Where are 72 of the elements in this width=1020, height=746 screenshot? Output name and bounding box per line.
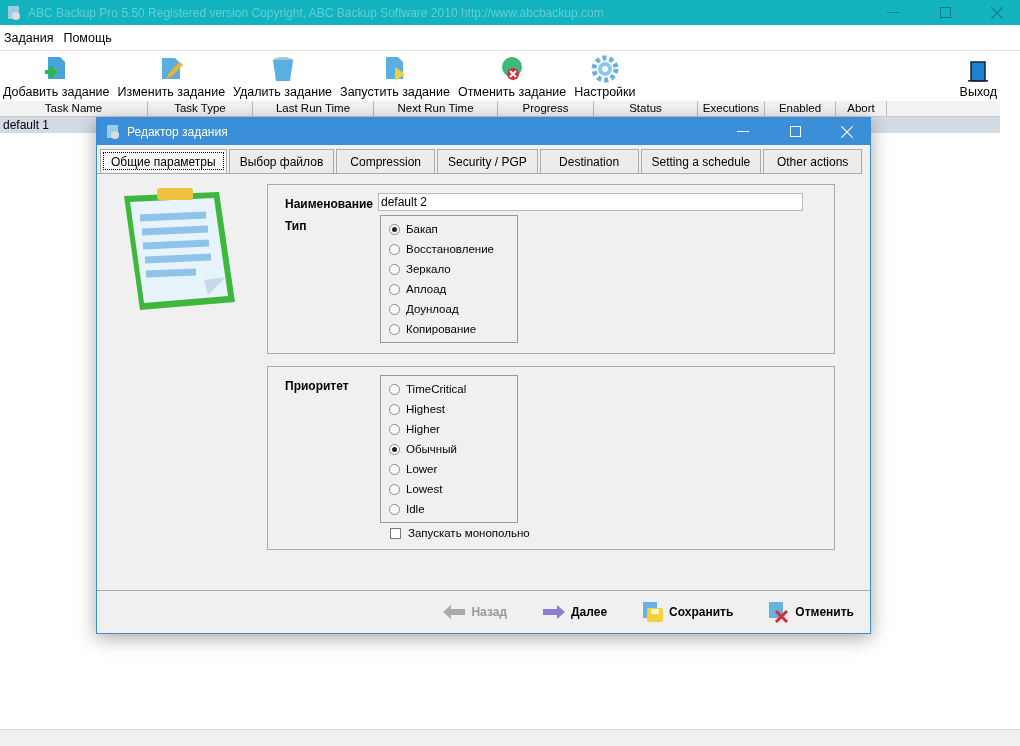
column-header[interactable]: Progress bbox=[498, 101, 594, 116]
left-arrow-icon bbox=[441, 604, 468, 620]
toolbar-button[interactable]: Удалить задание bbox=[232, 55, 334, 99]
radio-option[interactable]: TimeCritical bbox=[389, 380, 509, 398]
radio-icon[interactable] bbox=[389, 463, 400, 475]
radio-icon[interactable] bbox=[389, 503, 400, 515]
window-title: ABC Backup Pro 5.50 Registered version Copyright, ABC Backup Software 2010 http://www.abcbackup.com bbox=[28, 5, 605, 20]
toolbar-button[interactable]: Запустить задание bbox=[339, 55, 451, 99]
column-header[interactable]: Task Name bbox=[0, 101, 148, 116]
column-header[interactable]: Executions bbox=[698, 101, 765, 116]
radio-icon[interactable] bbox=[389, 243, 400, 255]
field-label: Наименование bbox=[285, 196, 375, 211]
door-icon bbox=[966, 59, 991, 83]
column-header[interactable]: Status bbox=[594, 101, 698, 116]
tab[interactable]: Compression bbox=[336, 149, 436, 173]
dialog-button[interactable]: Отменить bbox=[765, 598, 856, 626]
gear-icon bbox=[590, 55, 619, 83]
minimize-icon[interactable] bbox=[737, 130, 749, 133]
close-icon[interactable] bbox=[991, 6, 1003, 19]
toolbar-button[interactable]: Добавить задание bbox=[2, 55, 111, 99]
app-icon bbox=[6, 4, 22, 21]
menu-item[interactable]: Задания bbox=[4, 30, 54, 45]
tab[interactable]: Общие параметры bbox=[100, 149, 227, 173]
field-label: Приоритет bbox=[285, 378, 350, 395]
radio-option[interactable]: Зеркало bbox=[389, 260, 509, 278]
toolbar-button[interactable]: Настройки bbox=[573, 55, 637, 99]
field-label: Тип bbox=[285, 218, 308, 235]
dialog-button[interactable]: Сохранить bbox=[639, 598, 736, 626]
tab[interactable]: Security / PGP bbox=[437, 149, 538, 173]
radio-option[interactable]: Обычный bbox=[389, 440, 509, 458]
dialog-title: Редактор задания bbox=[127, 124, 229, 139]
toolbar-button[interactable]: Отменить задание bbox=[456, 55, 568, 99]
radio-option[interactable]: Восстановление bbox=[389, 240, 509, 258]
menu-item[interactable]: Помощь bbox=[63, 30, 112, 45]
tab[interactable]: Other actions bbox=[763, 149, 862, 173]
radio-option[interactable]: Аплоад bbox=[389, 280, 509, 298]
radio-icon[interactable] bbox=[389, 283, 400, 295]
name-field[interactable]: default 2 bbox=[378, 193, 803, 211]
radio-option[interactable]: Higher bbox=[389, 420, 509, 438]
radio-icon[interactable] bbox=[389, 383, 400, 395]
checkbox-option[interactable]: Запускать монопольно bbox=[390, 527, 818, 539]
column-header[interactable]: Enabled bbox=[765, 101, 836, 116]
dialog-button[interactable]: Далее bbox=[539, 602, 610, 622]
radio-icon[interactable] bbox=[389, 423, 400, 435]
tab[interactable]: Выбор файлов bbox=[228, 149, 335, 173]
radio-option[interactable]: Копирование bbox=[389, 320, 509, 338]
radio-icon[interactable] bbox=[389, 323, 400, 335]
tab[interactable]: Setting a schedule bbox=[640, 149, 762, 173]
radio-icon[interactable] bbox=[389, 403, 400, 415]
floppy-icon bbox=[641, 600, 666, 624]
checkbox-icon[interactable] bbox=[390, 527, 401, 539]
radio-option[interactable]: Lowest bbox=[389, 480, 509, 498]
radio-option[interactable]: Idle bbox=[389, 500, 509, 518]
column-header[interactable]: Last Run Time bbox=[253, 101, 374, 116]
radio-option[interactable]: Highest bbox=[389, 400, 509, 418]
tab[interactable]: Destination bbox=[539, 149, 639, 173]
radio-option[interactable]: Lower bbox=[389, 460, 509, 478]
column-header[interactable]: Task Type bbox=[148, 101, 253, 116]
column-header[interactable]: Abort bbox=[836, 101, 887, 116]
minimize-icon[interactable] bbox=[887, 11, 899, 14]
radio-icon[interactable] bbox=[389, 303, 400, 315]
app-icon bbox=[105, 123, 121, 140]
column-header[interactable]: Next Run Time bbox=[374, 101, 498, 116]
radio-icon[interactable] bbox=[389, 223, 400, 235]
radio-icon[interactable] bbox=[389, 483, 400, 495]
radio-option[interactable]: Доунлоад bbox=[389, 300, 509, 318]
radio-option[interactable]: Бакап bbox=[389, 220, 509, 238]
maximize-icon[interactable] bbox=[939, 7, 951, 18]
toolbar-button[interactable]: Выход bbox=[958, 59, 998, 99]
radio-icon[interactable] bbox=[389, 443, 400, 455]
toolbar-button[interactable]: Изменить задание bbox=[116, 55, 227, 99]
radio-icon[interactable] bbox=[389, 263, 400, 275]
